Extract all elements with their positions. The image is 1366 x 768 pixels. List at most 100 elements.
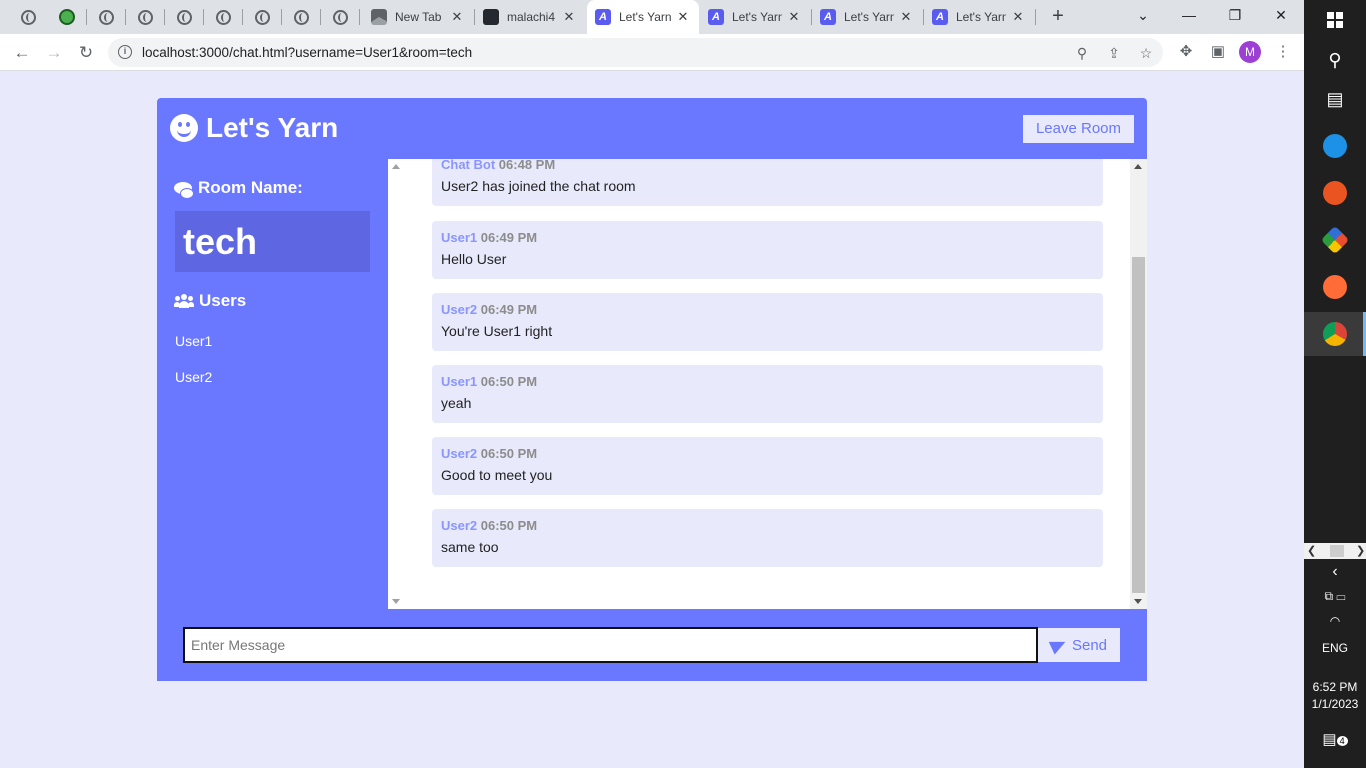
message-meta: User2 06:50 PM [441,518,537,533]
message-user: User1 [441,230,478,245]
message-text: Hello User [441,251,507,267]
scroll-down-arrow-icon[interactable] [392,599,400,604]
message-meta: User1 06:50 PM [441,374,537,389]
chrome-icon[interactable] [1321,320,1349,348]
globe-icon [98,9,114,25]
message: User1 06:49 PM Hello User [432,221,1103,279]
address-bar[interactable]: i localhost:3000/chat.html?username=User… [108,38,1163,67]
tab-lets-yarn[interactable]: A Let's Yarn ✕ [924,0,1034,34]
menu-kebab-icon[interactable]: ⋮ [1273,42,1293,62]
leave-room-button[interactable]: Leave Room [1023,115,1134,143]
new-tab-button[interactable]: + [1046,5,1070,29]
scroll-down-arrow-icon[interactable] [1134,599,1142,604]
message-input[interactable] [183,627,1038,663]
extension-icon [59,9,75,25]
share-icon[interactable]: ⇪ [1105,45,1123,61]
git-icon[interactable] [1320,225,1350,255]
search-icon[interactable]: ⚲ [1321,46,1349,74]
reload-button[interactable]: ↻ [73,40,99,66]
docker-icon[interactable] [1321,132,1349,160]
message-meta: User2 06:49 PM [441,302,537,317]
pinned-tab[interactable] [12,5,44,29]
ubuntu-icon[interactable] [1321,179,1349,207]
comments-icon [174,182,194,199]
clock-time[interactable]: 6:52 PM [1304,680,1366,694]
tab-separator [86,9,87,25]
tab-github[interactable]: malachi4 ✕ [475,0,585,34]
clock-date[interactable]: 1/1/2023 [1304,697,1366,711]
browser-window: New Tab ✕ malachi4 ✕ A Let's Yarn ✕ A Le… [0,0,1304,768]
profile-avatar[interactable]: M [1239,41,1261,63]
app-header: Let's Yarn Leave Room [157,98,1147,159]
url-text[interactable]: localhost:3000/chat.html?username=User1&… [142,45,472,60]
tab-search-chevron-icon[interactable]: ⌄ [1120,0,1166,32]
close-icon[interactable]: ✕ [1010,9,1026,25]
pinned-tab[interactable] [90,5,122,29]
tab-lets-yarn[interactable]: A Let's Yarn ✕ [812,0,922,34]
scroll-up-arrow-icon[interactable] [1134,164,1142,169]
tab-lets-yarn[interactable]: A Let's Yarn ✕ [700,0,810,34]
message: User1 06:50 PM yeah [432,365,1103,423]
pinned-tab[interactable] [129,5,161,29]
tab-lets-yarn-active[interactable]: A Let's Yarn ✕ [587,0,699,34]
zoom-icon[interactable]: ⚲ [1073,45,1091,61]
chat-scrollbar[interactable] [1130,159,1147,609]
tab-new-tab[interactable]: New Tab ✕ [363,0,473,34]
restore-button[interactable]: ❐ [1212,0,1258,32]
extensions-puzzle-icon[interactable]: ✥ [1176,42,1196,62]
send-button[interactable]: Send [1038,628,1120,662]
pinned-tab[interactable] [324,5,356,29]
chat-app: Let's Yarn Leave Room Room Name: tech Us… [157,98,1147,681]
close-icon[interactable]: ✕ [898,9,914,25]
left-scrollbar[interactable] [388,159,405,609]
close-icon[interactable]: ✕ [561,9,577,25]
message-time: 06:50 PM [480,518,538,533]
pinned-tab[interactable] [207,5,239,29]
task-view-icon[interactable]: ▤ [1321,85,1349,113]
bookmark-star-icon[interactable]: ☆ [1137,45,1155,61]
message-user: User2 [441,302,478,317]
globe-icon [176,9,192,25]
taskbar-scroller[interactable]: ❮ ❯ [1304,543,1366,559]
brand: Let's Yarn [170,112,338,144]
users-heading: Users [174,291,246,311]
globe-icon [332,9,348,25]
pinned-tab[interactable] [285,5,317,29]
close-icon[interactable]: ✕ [786,9,802,25]
chevron-right-icon[interactable]: ❯ [1356,544,1365,557]
tab-separator [359,9,360,25]
back-button[interactable]: ← [9,40,35,66]
scroller-thumb[interactable] [1330,545,1344,557]
message-text: yeah [441,395,472,411]
message-user: User1 [441,374,478,389]
pinned-tab[interactable] [168,5,200,29]
site-info-icon[interactable]: i [118,45,132,59]
language-indicator[interactable]: ENG [1304,641,1366,655]
forward-button[interactable]: → [41,40,67,66]
chevron-left-icon[interactable]: ❮ [1307,544,1316,557]
close-icon[interactable]: ✕ [449,9,465,25]
tray-devices-icon[interactable]: ⧉ ▭ [1304,589,1366,604]
close-window-button[interactable]: ✕ [1258,0,1304,32]
side-panel-icon[interactable]: ▣ [1208,42,1228,62]
tab-separator [203,9,204,25]
pinned-tab[interactable] [246,5,278,29]
start-button[interactable] [1321,6,1349,34]
chat-messages[interactable]: Chat Bot 06:48 PM User2 has joined the c… [388,159,1147,609]
notification-icon: ▤ [1322,731,1337,748]
yarn-logo-icon: A [595,9,611,25]
globe-icon [293,9,309,25]
scrollbar-thumb[interactable] [1132,257,1145,593]
message-text: User2 has joined the chat room [441,178,636,194]
scroll-up-arrow-icon[interactable] [392,164,400,169]
pinned-tab[interactable] [51,5,83,29]
notification-center[interactable]: ▤ 4 [1304,730,1366,748]
minimize-button[interactable]: — [1166,0,1212,32]
wifi-icon[interactable]: ◠ [1304,614,1366,628]
send-label: Send [1071,636,1108,654]
room-name-box: tech [175,211,370,272]
close-icon[interactable]: ✕ [675,9,691,25]
sidebar: Room Name: tech Users User1 User2 [157,159,388,609]
tray-chevron-left-icon[interactable]: ‹ [1304,563,1366,581]
postman-icon[interactable] [1321,273,1349,301]
